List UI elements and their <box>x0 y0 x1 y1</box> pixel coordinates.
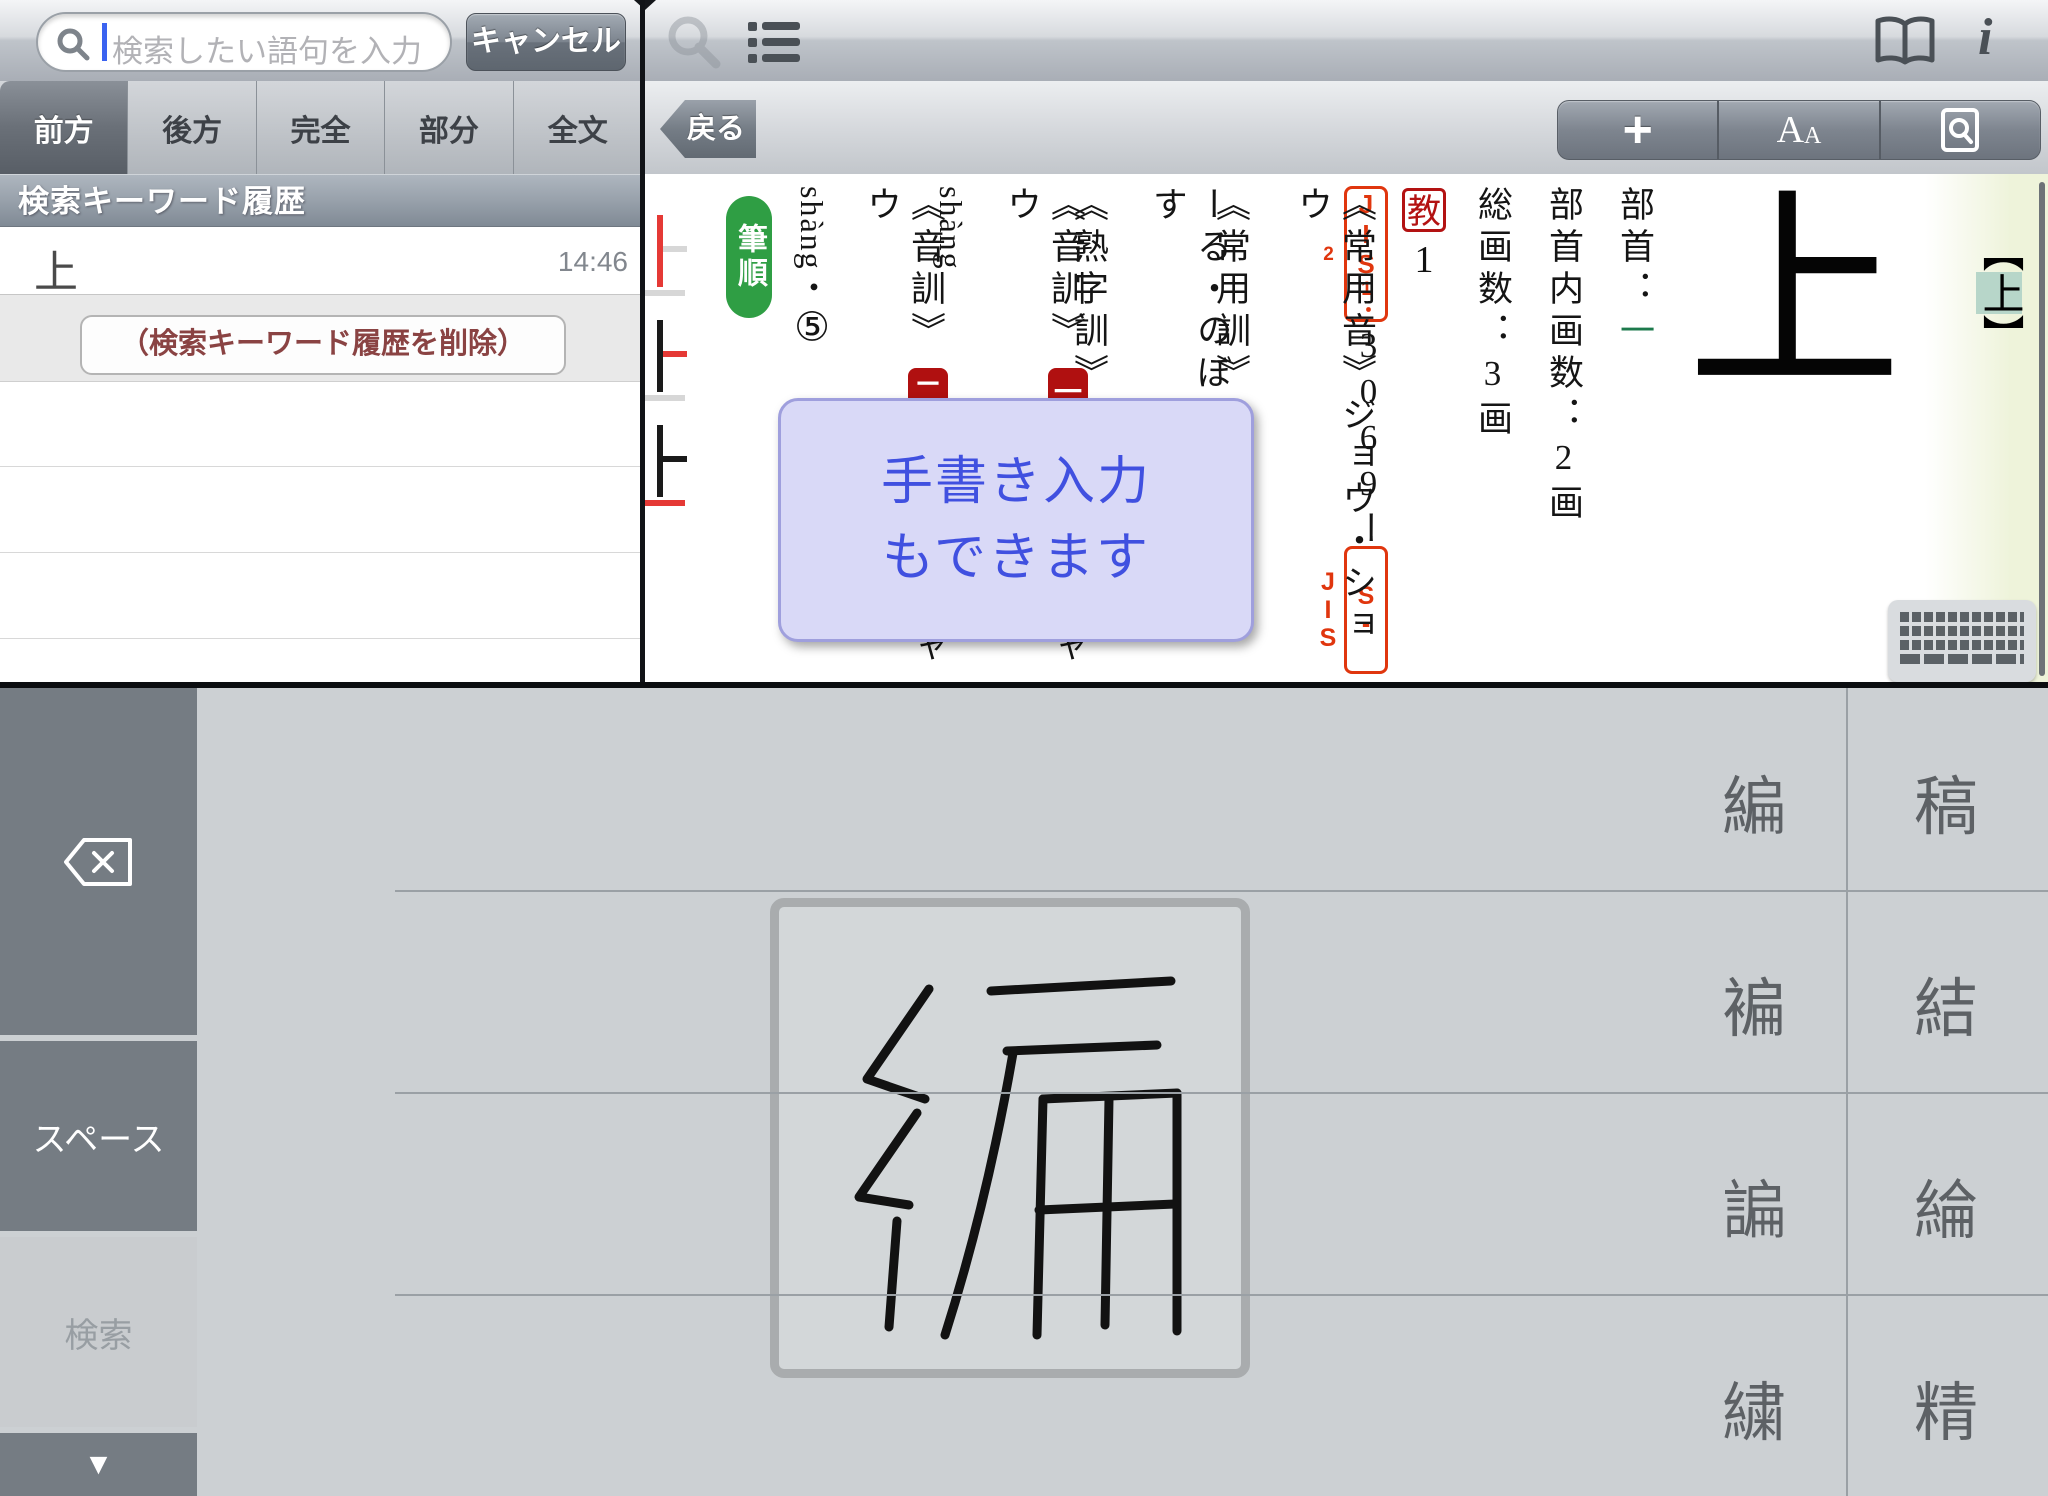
text-cursor <box>102 23 107 61</box>
tab-partial[interactable]: 部分 <box>385 81 513 174</box>
space-key[interactable]: スペース <box>0 1041 197 1231</box>
row-divider <box>0 466 642 467</box>
reader-toolbar: 戻る + A A <box>645 81 2048 175</box>
history-item-text: 上 <box>34 236 78 300</box>
history-item-row[interactable]: 上 14:46 <box>0 228 642 295</box>
cancel-button[interactable]: キャンセル <box>466 13 626 71</box>
add-bookmark-button[interactable]: + <box>1558 101 1719 159</box>
search-icon <box>56 27 90 61</box>
keyboard-toggle-button[interactable] <box>1888 600 2036 682</box>
grade-number: 1 <box>1402 238 1446 282</box>
grid-divider <box>395 1092 2048 1094</box>
headword-kanji: 上 <box>1687 188 1927 403</box>
stroke-order-badge: 筆順 <box>726 196 772 318</box>
candidate-kanji[interactable]: 稿 <box>1914 756 1978 848</box>
search-mode-icon[interactable] <box>666 14 722 70</box>
search-placeholder: 検索したい語句を入力 <box>112 26 422 71</box>
delete-history-button[interactable]: （検索キーワード履歴を削除） <box>80 315 566 375</box>
panel-notch <box>634 0 656 10</box>
backspace-key[interactable] <box>0 688 197 1035</box>
top-toolbar: 検索したい語句を入力 キャンセル i <box>0 0 2048 82</box>
hide-keyboard-key[interactable]: ▼ <box>0 1433 197 1496</box>
tab-fulltext[interactable]: 全文 <box>514 81 642 174</box>
radical-inner-strokes: 部首内画数：2画 <box>1541 186 1585 682</box>
app-root: 検索したい語句を入力 キャンセル i 前方 後方 完全 部分 全文 検索キーワー… <box>0 0 2048 1496</box>
history-delete-row: （検索キーワード履歴を削除） <box>0 295 642 382</box>
tooltip-line1: 手書き入力 <box>881 444 1151 520</box>
entry-title-highlight: 上 <box>1976 272 2022 314</box>
history-item-time: 14:46 <box>558 246 628 278</box>
tooltip-line2: もできます <box>882 520 1150 596</box>
back-button[interactable]: 戻る <box>660 100 756 158</box>
handwriting-keyboard: スペース 検索 ▼ <box>0 688 2048 1496</box>
total-strokes: 総画数：3画 <box>1470 186 1514 682</box>
candidate-kanji[interactable]: 繍 <box>1722 1362 1786 1454</box>
joyo-on-column: 《常用音》ジョウ・ショウ <box>1290 186 1378 682</box>
handwriting-canvas[interactable] <box>770 898 1250 1378</box>
candidate-kanji[interactable]: 綸 <box>1914 1160 1978 1252</box>
row-divider <box>0 638 642 639</box>
candidate-kanji[interactable]: 編 <box>1722 756 1786 848</box>
info-icon[interactable]: i <box>1978 8 1992 67</box>
circled-five: ⑤ <box>790 305 835 358</box>
candidate-kanji[interactable]: 結 <box>1914 958 1978 1050</box>
handwriting-tooltip: 手書き入力 もできます <box>778 398 1254 642</box>
row-divider <box>0 552 642 553</box>
bookmarks-icon[interactable] <box>1874 16 1936 66</box>
radical-value: 一 <box>1615 312 1654 354</box>
grid-divider <box>395 1294 2048 1296</box>
search-key[interactable]: 検索 <box>0 1237 197 1427</box>
grid-divider <box>395 890 2048 892</box>
list-view-icon[interactable] <box>748 20 800 64</box>
font-size-icon: A <box>1777 108 1804 152</box>
dictionary-page: 【上】 上 部首：一 部首内画数：2画 総画数：3画 教 1 JIS1・2 30… <box>645 174 2048 682</box>
page-search-icon <box>1940 107 1980 153</box>
handwritten-kanji-strokes <box>779 907 1241 1369</box>
tab-exact[interactable]: 完全 <box>257 81 385 174</box>
radical-field: 部首：一 <box>1612 186 1656 682</box>
tab-suffix[interactable]: 後方 <box>128 81 256 174</box>
font-size-button[interactable]: A A <box>1719 101 1880 159</box>
entry-title: 【上】 <box>1973 230 2025 356</box>
grade-badge: 教 <box>1402 188 1446 232</box>
search-input[interactable]: 検索したい語句を入力 <box>36 12 452 72</box>
reader-actions: + A A <box>1557 100 2041 160</box>
backspace-icon <box>60 836 138 888</box>
plus-icon: + <box>1622 104 1652 156</box>
scrollbar[interactable] <box>2039 182 2045 676</box>
candidate-kanji[interactable]: 精 <box>1914 1362 1978 1454</box>
history-header: 検索キーワード履歴 <box>0 174 642 227</box>
candidate-kanji[interactable]: 褊 <box>1722 958 1786 1050</box>
candidate-kanji[interactable]: 諞 <box>1722 1160 1786 1252</box>
search-scope-tabs: 前方 後方 完全 部分 全文 <box>0 81 642 176</box>
page-search-button[interactable] <box>1881 101 2040 159</box>
tab-prefix[interactable]: 前方 <box>0 81 128 174</box>
